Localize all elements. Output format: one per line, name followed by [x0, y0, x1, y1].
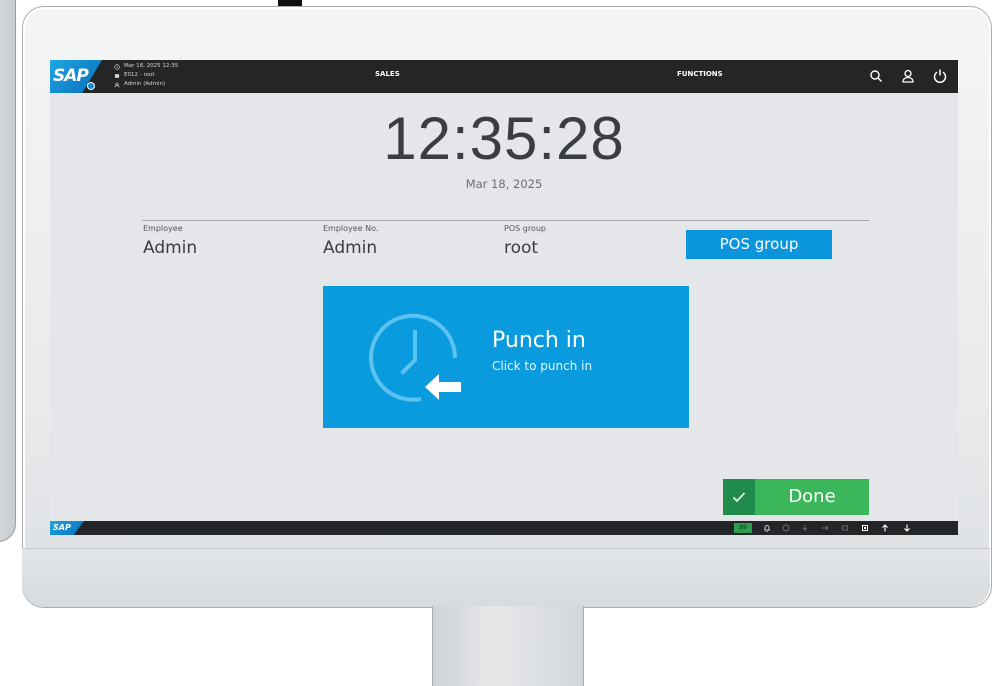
logo-dot	[87, 82, 95, 90]
search-icon[interactable]	[868, 68, 884, 84]
sap-logo-small: SAP	[50, 521, 84, 535]
employee-no-value: Admin	[323, 238, 378, 258]
employee-no-label: Employee No.	[323, 224, 379, 233]
power-icon[interactable]	[932, 68, 948, 84]
sync-icon[interactable]	[781, 523, 791, 533]
adjacent-monitor	[0, 0, 16, 542]
punch-in-button[interactable]: Punch in Click to punch in	[323, 286, 689, 428]
pos-group-label: POS group	[504, 224, 546, 233]
notification-icon[interactable]	[762, 523, 772, 533]
session-datetime: Mar 18, 2025 12:35	[124, 63, 179, 69]
queue-count-badge[interactable]: 99	[734, 523, 752, 533]
checkmark-icon	[732, 492, 746, 503]
done-label: Done	[788, 486, 836, 507]
current-time: 12:35:28	[383, 105, 625, 172]
pos-screen: SAP Mar 18, 2025 12:35 E012 - root Admin…	[50, 60, 958, 535]
top-bar: SAP Mar 18, 2025 12:35 E012 - root Admin…	[50, 60, 958, 93]
employee-label: Employee	[143, 224, 183, 233]
session-info: Mar 18, 2025 12:35 E012 - root Admin (Ad…	[114, 62, 178, 89]
person-icon	[114, 82, 120, 87]
pos-group-button[interactable]: POS group	[686, 230, 832, 259]
status-bar: SAP 99	[50, 521, 958, 535]
punch-in-title: Punch in	[492, 328, 586, 353]
register-icon	[114, 73, 120, 78]
cash-drawer-icon[interactable]	[860, 523, 870, 533]
punch-in-subtitle: Click to punch in	[492, 359, 593, 373]
transfer-icon[interactable]	[820, 523, 830, 533]
download-icon[interactable]	[800, 523, 810, 533]
employee-value: Admin	[143, 238, 198, 258]
session-store: E012 - root	[124, 72, 155, 78]
monitor-chin	[22, 548, 990, 607]
clock-icon	[114, 63, 120, 70]
nav-sales[interactable]: SALES	[375, 70, 400, 78]
current-date: Mar 18, 2025	[465, 177, 543, 191]
pos-group-value: root	[504, 238, 539, 258]
printer-icon[interactable]	[840, 523, 850, 533]
monitor-stand	[432, 606, 584, 686]
user-icon[interactable]	[900, 68, 916, 84]
nav-functions[interactable]: FUNCTIONS	[677, 70, 723, 78]
clock-punch-in-icon	[369, 313, 461, 402]
done-button[interactable]: Done	[723, 479, 869, 515]
divider	[142, 220, 869, 221]
arrow-down-icon[interactable]	[902, 523, 912, 533]
session-user: Admin (Admin)	[124, 81, 166, 87]
arrow-up-icon[interactable]	[880, 523, 890, 533]
